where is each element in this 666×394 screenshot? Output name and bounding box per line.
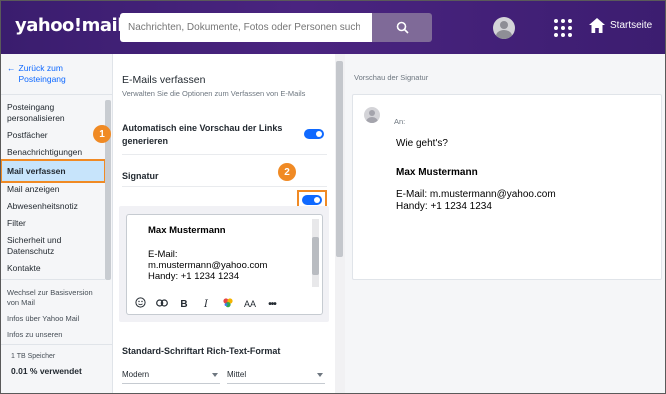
callout-badge-2: 2	[278, 163, 296, 181]
preview-to-label: An:	[394, 117, 406, 126]
top-bar: yahoo!mail Startseite	[1, 1, 665, 54]
sidebar-item-sicherheit[interactable]: Sicherheit und	[1, 235, 105, 246]
home-button[interactable]: Startseite	[589, 18, 652, 33]
preview-phone-line: Handy: +1 1234 1234	[396, 201, 492, 212]
home-label: Startseite	[610, 20, 653, 31]
storage-total: 1 TB Speicher	[11, 353, 56, 360]
home-icon	[589, 18, 605, 33]
arrow-left-icon: ←	[7, 63, 16, 73]
sidebar-item-filter[interactable]: Filter	[1, 218, 105, 229]
signature-email-label: E-Mail:	[148, 249, 178, 260]
editor-toolbar: B I AA •••	[133, 297, 279, 311]
recipient-avatar	[364, 107, 380, 123]
sidebar-item-kontakte[interactable]: Kontakte	[1, 263, 105, 274]
preview-label: Vorschau der Signatur	[354, 73, 429, 82]
back-label-1: Zurück zum	[18, 63, 63, 73]
sidebar-item-benachrichtigungen[interactable]: Benachrichtigungen	[1, 147, 105, 158]
search-box[interactable]	[120, 13, 372, 42]
font-family-select[interactable]: Modern	[122, 366, 220, 384]
yahoo-mail-logo[interactable]: yahoo!mail	[15, 15, 123, 36]
settings-sidebar: ← Zurück zum Posteingang Posteingang per…	[1, 54, 113, 393]
search-button[interactable]	[372, 13, 432, 42]
callout-badge-1: 1	[93, 125, 111, 143]
link-preview-label-1: Automatisch eine Vorschau der Links	[122, 123, 283, 133]
preview-signature-body: E-Mail: m.mustermann@yahoo.com Handy: +1…	[396, 189, 556, 213]
sidebar-item-datenschutz[interactable]: Datenschutz	[1, 246, 105, 257]
profile-avatar[interactable]	[493, 17, 515, 39]
about-our-link[interactable]: Infos zu unseren	[1, 330, 105, 340]
app-window: yahoo!mail Startseite ← Zurück zum Poste…	[0, 0, 666, 394]
signature-name: Max Mustermann	[148, 225, 226, 236]
bold-icon[interactable]: B	[177, 299, 191, 310]
editor-scrollbar-thumb[interactable]	[312, 237, 319, 275]
color-icon[interactable]	[221, 297, 235, 311]
signature-toggle[interactable]	[302, 195, 322, 205]
page-title: E-Mails verfassen	[122, 74, 206, 86]
font-size-value: Mittel	[227, 370, 247, 379]
back-label-2: Posteingang	[18, 74, 66, 84]
font-size-icon[interactable]: AA	[243, 299, 257, 309]
signature-label: Signatur	[122, 171, 159, 181]
link-preview-option: Automatisch eine Vorschau der Links gene…	[122, 122, 290, 148]
about-yahoo-mail-link[interactable]: Infos über Yahoo Mail	[1, 314, 105, 324]
signature-body: E-Mail: m.mustermann@yahoo.com Handy: +1…	[148, 249, 267, 282]
font-size-select[interactable]: Mittel	[227, 366, 325, 384]
divider	[122, 154, 327, 155]
link-preview-label-2: generieren	[122, 136, 169, 146]
basic-version-link-1[interactable]: Wechsel zur Basisversion	[1, 288, 105, 298]
sidebar-item-mail-anzeigen[interactable]: Mail anzeigen	[1, 184, 105, 195]
sidebar-item-postfaecher[interactable]: Postfächer	[1, 130, 105, 141]
link-preview-toggle[interactable]	[304, 129, 324, 139]
chevron-down-icon	[317, 372, 323, 377]
font-section-label: Standard-Schriftart Rich-Text-Format	[122, 346, 281, 356]
basic-version-link-2[interactable]: von Mail	[1, 298, 105, 308]
link-icon[interactable]	[155, 298, 169, 310]
search-icon	[396, 21, 409, 34]
compose-settings-pane: E-Mails verfassen Verwalten Sie die Opti…	[113, 54, 335, 393]
sidebar-item-personalisieren[interactable]: personalisieren	[1, 113, 105, 124]
font-family-value: Modern	[122, 370, 150, 379]
sidebar-item-abwesenheitsnotiz[interactable]: Abwesenheitsnotiz	[1, 201, 105, 212]
settings-nav: Posteingang personalisieren Postfächer B…	[1, 98, 106, 340]
preview-signature-name: Max Mustermann	[396, 167, 478, 178]
signature-preview-pane: Vorschau der Signatur An: Wie geht's? Ma…	[345, 54, 665, 393]
sidebar-item-mail-verfassen[interactable]: Mail verfassen	[1, 159, 106, 183]
storage-used: 0.01 % verwendet	[11, 366, 82, 376]
preview-body: Wie geht's?	[396, 138, 448, 149]
chevron-down-icon	[212, 372, 218, 377]
apps-grid-icon[interactable]	[554, 19, 572, 37]
more-icon[interactable]: •••	[265, 299, 279, 310]
divider	[1, 94, 112, 95]
settings-scrollbar-thumb[interactable]	[336, 61, 343, 257]
italic-icon[interactable]: I	[199, 299, 213, 310]
search-input[interactable]	[120, 13, 360, 42]
page-subtitle: Verwalten Sie die Optionen zum Verfassen…	[122, 89, 306, 98]
signature-phone: Handy: +1 1234 1234	[148, 271, 240, 282]
divider	[122, 186, 327, 187]
storage-info: 1 TB Speicher 0.01 % verwendet	[1, 344, 112, 384]
back-to-inbox-link[interactable]: ← Zurück zum Posteingang	[7, 63, 66, 85]
emoji-icon[interactable]	[133, 297, 147, 311]
sidebar-item-posteingang[interactable]: Posteingang	[1, 102, 105, 113]
preview-email-line: E-Mail: m.mustermann@yahoo.com	[396, 189, 556, 200]
signature-email: m.mustermann@yahoo.com	[148, 260, 268, 271]
